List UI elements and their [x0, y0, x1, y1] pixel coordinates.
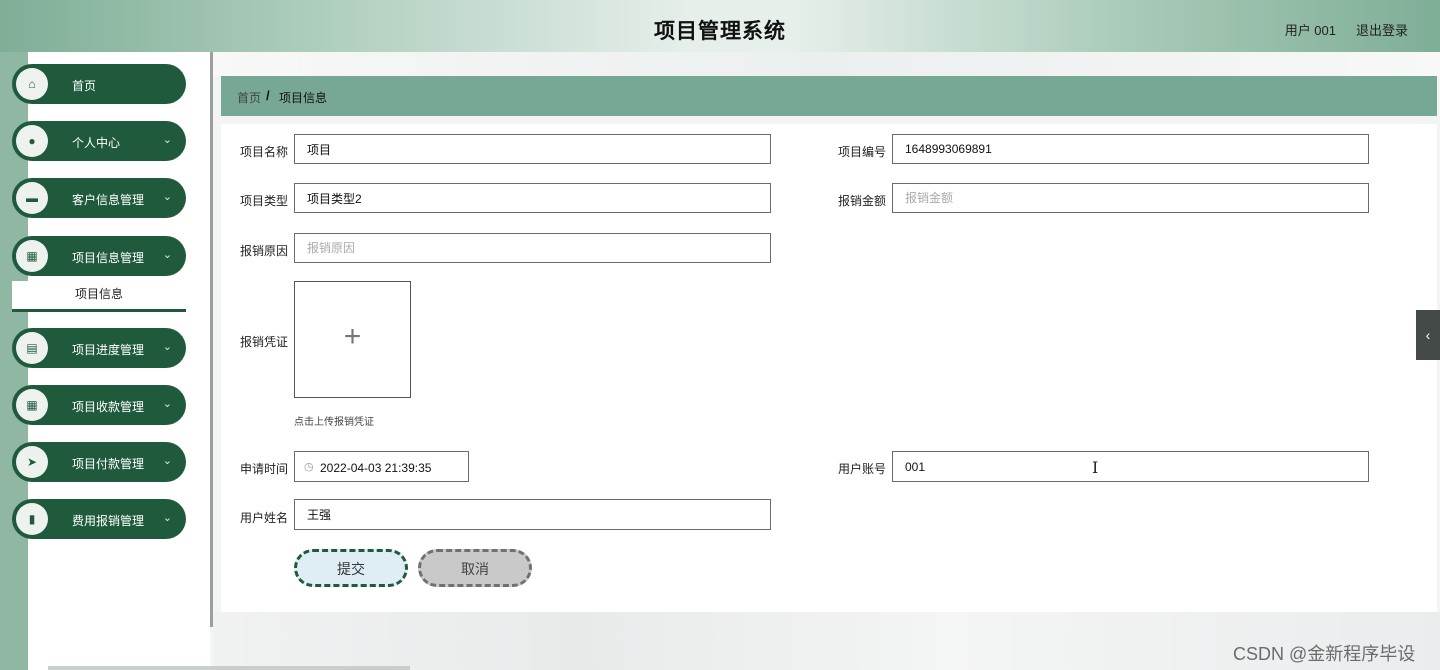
breadcrumb: 首页 / 项目信息 — [221, 76, 1437, 116]
sidebar-item-label: 项目信息管理 — [72, 251, 145, 265]
app-title: 项目管理系统 — [654, 19, 786, 43]
project-no-input[interactable] — [892, 134, 1369, 164]
user-name-input[interactable] — [294, 499, 771, 530]
sidebar-item-personal-center[interactable]: ● 个人中心 ⌄ — [12, 121, 186, 161]
chevron-down-icon: ⌄ — [162, 191, 172, 203]
chart-icon: ▤ — [16, 332, 48, 364]
user-account-input[interactable] — [892, 451, 1369, 482]
sidebar-item-project-progress[interactable]: ▤ 项目进度管理 ⌄ — [12, 328, 186, 368]
breadcrumb-current: 项目信息 — [279, 91, 328, 105]
watermark: CSDN @金新程序毕设 — [1233, 644, 1416, 664]
current-user: 用户 001 — [1284, 23, 1336, 38]
sidebar-item-label: 费用报销管理 — [72, 514, 145, 528]
voucher-upload-box[interactable]: + — [294, 281, 411, 398]
clock-icon: ◷ — [304, 461, 314, 473]
send-icon: ➤ — [16, 446, 48, 478]
sidebar-item-label: 客户信息管理 — [72, 193, 145, 207]
background-decoration — [213, 52, 1440, 76]
project-name-input[interactable] — [294, 134, 771, 164]
chevron-down-icon: ⌄ — [162, 398, 172, 410]
chevron-down-icon: ⌄ — [162, 249, 172, 261]
apply-time-value: 2022-04-03 21:39:35 — [320, 461, 432, 475]
cancel-button[interactable]: 取消 — [418, 549, 532, 587]
sidebar-item-label: 项目收款管理 — [72, 400, 145, 414]
sidebar-item-customer-info[interactable]: ▬ 客户信息管理 ⌄ — [12, 178, 186, 218]
reimburse-amount-label: 报销金额 — [838, 194, 887, 208]
sidebar-item-label: 个人中心 — [72, 136, 121, 150]
grid-icon: ▦ — [16, 240, 48, 272]
home-icon: ⌂ — [16, 68, 48, 100]
submenu-item-project-info[interactable]: 项目信息 — [12, 281, 186, 312]
bar-chart-icon: ▮ — [16, 503, 48, 535]
apply-time-label: 申请时间 — [240, 462, 289, 476]
voucher-upload-hint: 点击上传报销凭证 — [294, 417, 374, 428]
monitor-icon: ▬ — [16, 182, 48, 214]
breadcrumb-home[interactable]: 首页 — [237, 89, 261, 106]
chevron-down-icon: ⌄ — [162, 341, 172, 353]
sidebar-item-label: 首页 — [72, 79, 97, 93]
reimburse-reason-label: 报销原因 — [240, 244, 289, 258]
reimburse-amount-input[interactable] — [892, 183, 1369, 213]
sidebar-item-expense-reimbursement[interactable]: ▮ 费用报销管理 ⌄ — [12, 499, 186, 539]
apply-time-picker[interactable]: ◷ 2022-04-03 21:39:35 — [294, 451, 469, 482]
plus-icon: + — [343, 320, 362, 353]
breadcrumb-separator: / — [266, 88, 270, 103]
user-account-label: 用户账号 — [838, 462, 887, 476]
sidebar-item-project-receipts[interactable]: ▦ 项目收款管理 ⌄ — [12, 385, 186, 425]
chevron-down-icon: ⌄ — [162, 134, 172, 146]
text-cursor-icon: I — [1092, 458, 1099, 477]
top-header: 项目管理系统 用户 001 退出登录 — [0, 0, 1440, 52]
reimburse-reason-input[interactable] — [294, 233, 771, 263]
sidebar-item-label: 项目付款管理 — [72, 457, 145, 471]
grid-icon: ▦ — [16, 389, 48, 421]
collapse-tab-chevron-left-icon[interactable]: ‹ — [1416, 310, 1440, 360]
chevron-down-icon: ⌄ — [162, 455, 172, 467]
project-name-label: 项目名称 — [240, 145, 289, 159]
sidebar-item-label: 项目进度管理 — [72, 343, 145, 357]
user-name-label: 用户姓名 — [240, 511, 289, 525]
user-icon: ● — [16, 125, 48, 157]
chevron-down-icon: ⌄ — [162, 512, 172, 524]
project-no-label: 项目编号 — [838, 145, 887, 159]
horizontal-scrollbar[interactable] — [48, 666, 410, 670]
project-type-label: 项目类型 — [240, 194, 289, 208]
logout-link[interactable]: 退出登录 — [1356, 20, 1408, 39]
submit-button[interactable]: 提交 — [294, 549, 408, 587]
sidebar-item-home[interactable]: ⌂ 首页 — [12, 64, 186, 104]
sidebar-item-project-payments[interactable]: ➤ 项目付款管理 ⌄ — [12, 442, 186, 482]
project-type-input[interactable] — [294, 183, 771, 213]
voucher-label: 报销凭证 — [240, 335, 289, 349]
sidebar-item-project-info[interactable]: ▦ 项目信息管理 ⌄ — [12, 236, 186, 276]
